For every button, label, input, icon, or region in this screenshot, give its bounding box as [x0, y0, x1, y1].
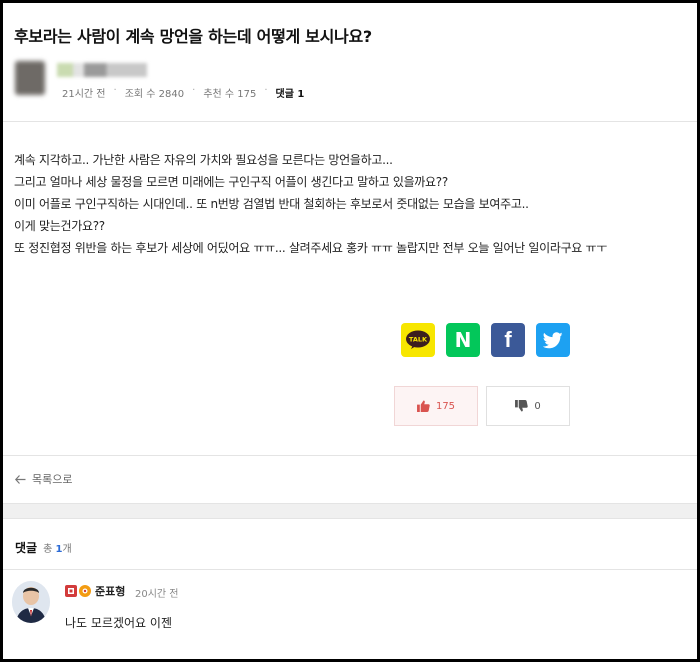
divider — [3, 121, 697, 122]
facebook-icon: f — [504, 327, 512, 352]
downvote-button[interactable]: 0 — [486, 386, 570, 426]
page-frame: 후보라는 사람이 계속 망언을 하는데 어떻게 보시나요? 21시간 전 · 조… — [0, 0, 700, 662]
commenter-badges — [65, 585, 91, 597]
arrow-left-icon — [15, 474, 26, 484]
section-separator — [3, 503, 697, 519]
comments-total: 총 1개 — [43, 540, 72, 555]
back-to-list-link[interactable]: 목록으로 — [15, 471, 72, 487]
comments-total-suffix: 개 — [62, 544, 72, 555]
level-badge-icon — [65, 585, 77, 597]
author-name-blurred[interactable] — [57, 63, 147, 77]
kakao-share-button[interactable]: TALK — [401, 323, 435, 357]
comments-link[interactable]: 댓글 1 — [276, 85, 305, 100]
body-line: 이게 맞는건가요?? — [14, 219, 105, 233]
post-meta: 21시간 전 · 조회 수 2840 · 추천 수 175 · 댓글 1 — [62, 85, 304, 100]
body-line: 그리고 얼마나 세상 물정을 모르면 미래에는 구인구직 어플이 생긴다고 말하… — [14, 175, 448, 189]
comment-text: 나도 모르겠어요 이젠 — [65, 616, 172, 630]
post-time: 21시간 전 — [62, 89, 106, 100]
post-body: 계속 지각하고.. 가난한 사람은 자유의 가치와 필요성을 모른다는 망언을하… — [14, 149, 607, 259]
post-title: 후보라는 사람이 계속 망언을 하는데 어떻게 보시나요? — [14, 27, 372, 46]
downvote-count: 0 — [534, 400, 541, 412]
meta-separator: · — [113, 85, 117, 96]
medal-badge-icon — [79, 585, 91, 597]
post-views: 조회 수 2840 — [124, 89, 185, 100]
naver-icon: N — [454, 328, 472, 352]
divider — [3, 569, 697, 570]
body-line: 이미 어플로 구인구직하는 시대인데.. 또 n번방 검열법 반대 철회하는 후… — [14, 197, 529, 211]
thumbs-down-icon — [515, 400, 529, 412]
commenter-avatar[interactable] — [12, 581, 50, 623]
comments-total-prefix: 총 — [43, 544, 53, 555]
facebook-share-button[interactable]: f — [491, 323, 525, 357]
upvote-count: 175 — [435, 400, 456, 412]
comment-time: 20시간 전 — [135, 589, 179, 600]
post-recommends: 추천 수 175 — [203, 89, 257, 100]
back-to-list-label: 목록으로 — [32, 473, 73, 486]
meta-separator: · — [192, 85, 196, 96]
body-line: 계속 지각하고.. 가난한 사람은 자유의 가치와 필요성을 모른다는 망언을하… — [14, 153, 393, 167]
upvote-button[interactable]: 175 — [394, 386, 478, 426]
person-portrait-icon — [12, 581, 50, 623]
kakao-icon-label: TALK — [409, 336, 428, 344]
thumbs-up-icon — [416, 400, 430, 412]
meta-separator: · — [264, 85, 268, 96]
twitter-bird-icon — [543, 331, 563, 348]
author-avatar[interactable] — [15, 61, 45, 95]
body-line: 또 정진협정 위반을 하는 후보가 세상에 어딨어요 ㅠㅠ... 살려주세요 홍… — [14, 241, 608, 255]
comments-header: 댓글 총 1개 — [15, 539, 72, 556]
divider — [3, 455, 697, 456]
comments-heading: 댓글 — [15, 541, 38, 555]
twitter-share-button[interactable] — [536, 323, 570, 357]
commenter-name[interactable]: 준표형 — [95, 583, 125, 599]
kakao-talk-icon: TALK — [406, 330, 430, 349]
naver-share-button[interactable]: N — [446, 323, 480, 357]
